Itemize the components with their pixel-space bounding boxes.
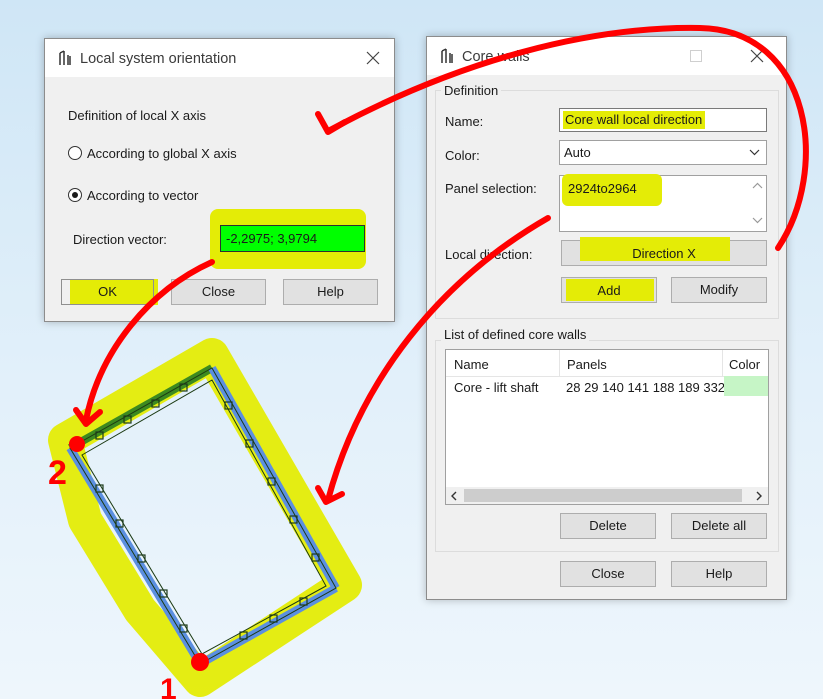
close-button-label: Close [201, 284, 236, 299]
dialog-title: Local system orientation [80, 51, 237, 67]
title-bar[interactable]: Local system orientation [45, 39, 394, 77]
app-icon [441, 48, 453, 63]
core-walls-dialog: Core walls Definition Name: Core wall lo… [426, 36, 787, 600]
column-header-color[interactable]: Color [729, 357, 760, 372]
maximize-icon[interactable] [690, 50, 702, 62]
column-divider[interactable] [722, 350, 723, 376]
close-icon[interactable] [362, 47, 384, 69]
scroll-down-icon[interactable] [752, 217, 763, 224]
core-wall-outline [66, 364, 340, 668]
delete-all-button[interactable]: Delete all [671, 513, 767, 539]
arrowhead [73, 407, 103, 427]
name-value: Core wall local direction [563, 111, 706, 129]
direction-x-label: Direction X [632, 246, 696, 261]
node-marker-1 [191, 653, 209, 671]
local-system-orientation-dialog: Local system orientation Definition of l… [44, 38, 395, 322]
ok-button-label: OK [98, 284, 117, 299]
annotation-label-2: 2 [48, 454, 67, 492]
add-button[interactable]: Add [561, 277, 657, 303]
dialog-title: Core walls [462, 49, 530, 65]
title-bar[interactable]: Core walls [427, 37, 786, 75]
wall-nodes [95, 383, 320, 640]
panel-selection-label: Panel selection: [445, 181, 537, 196]
scroll-right-icon[interactable] [755, 491, 763, 501]
delete-all-button-label: Delete all [691, 518, 747, 533]
vertical-scrollbar[interactable] [749, 176, 766, 231]
add-button-label: Add [597, 283, 621, 298]
table-row[interactable]: Core - lift shaft 28 29 140 141 188 189 … [446, 376, 768, 398]
modify-button-label: Modify [699, 282, 739, 297]
list-group-label: List of defined core walls [441, 327, 590, 342]
radio-vector-label[interactable]: According to vector [87, 188, 198, 203]
modify-button[interactable]: Modify [671, 277, 767, 303]
radio-vector[interactable] [68, 188, 82, 202]
panel-selection-input[interactable]: 2924to2964 [559, 174, 767, 232]
direction-vector-value: -2,2975; 3,9794 [226, 231, 318, 246]
help-button[interactable]: Help [671, 561, 767, 587]
column-divider[interactable] [559, 350, 560, 376]
definition-group-label: Definition [441, 83, 502, 98]
chevron-down-icon[interactable] [749, 149, 760, 156]
close-button[interactable]: Close [171, 279, 266, 305]
scrollbar-thumb[interactable] [464, 489, 742, 502]
horizontal-scrollbar[interactable] [446, 487, 768, 504]
column-header-panels[interactable]: Panels [567, 357, 607, 372]
help-button-label: Help [317, 284, 344, 299]
row-name: Core - lift shaft [454, 380, 539, 395]
node-marker-2 [69, 436, 85, 452]
scroll-left-icon[interactable] [450, 491, 458, 501]
delete-button-label: Delete [589, 518, 627, 533]
color-select-value: Auto [564, 145, 591, 160]
wall-highlight [48, 338, 362, 697]
panel-selection-value: 2924to2964 [568, 181, 637, 196]
color-label: Color: [445, 148, 480, 163]
local-direction-label: Local direction: [445, 247, 533, 262]
app-icon [59, 50, 71, 65]
close-button[interactable]: Close [560, 561, 656, 587]
name-label: Name: [445, 114, 484, 129]
column-header-name[interactable]: Name [454, 357, 489, 372]
scroll-up-icon[interactable] [752, 182, 763, 189]
delete-button[interactable]: Delete [560, 513, 656, 539]
name-input[interactable]: Core wall local direction [559, 108, 767, 132]
row-panels: 28 29 140 141 188 189 332 [566, 380, 726, 395]
close-icon[interactable] [746, 45, 768, 67]
radio-global-x[interactable] [68, 146, 82, 160]
ok-button[interactable]: OK [61, 279, 154, 305]
annotation-label-1: 1 [160, 673, 177, 699]
arrowhead [315, 485, 345, 505]
help-button[interactable]: Help [283, 279, 378, 305]
core-walls-list[interactable]: Name Panels Color Core - lift shaft 28 2… [445, 349, 769, 505]
section-label: Definition of local X axis [68, 108, 207, 123]
close-button-label: Close [591, 566, 625, 581]
direction-vector-input[interactable]: -2,2975; 3,9794 [220, 225, 365, 252]
radio-global-x-label[interactable]: According to global X axis [87, 146, 237, 161]
help-button-label: Help [705, 566, 733, 581]
row-color-swatch [724, 376, 768, 396]
list-header: Name Panels Color [446, 350, 768, 377]
direction-vector-label: Direction vector: [73, 232, 167, 247]
color-select[interactable]: Auto [559, 140, 767, 165]
direction-x-button[interactable]: Direction X [561, 237, 767, 266]
